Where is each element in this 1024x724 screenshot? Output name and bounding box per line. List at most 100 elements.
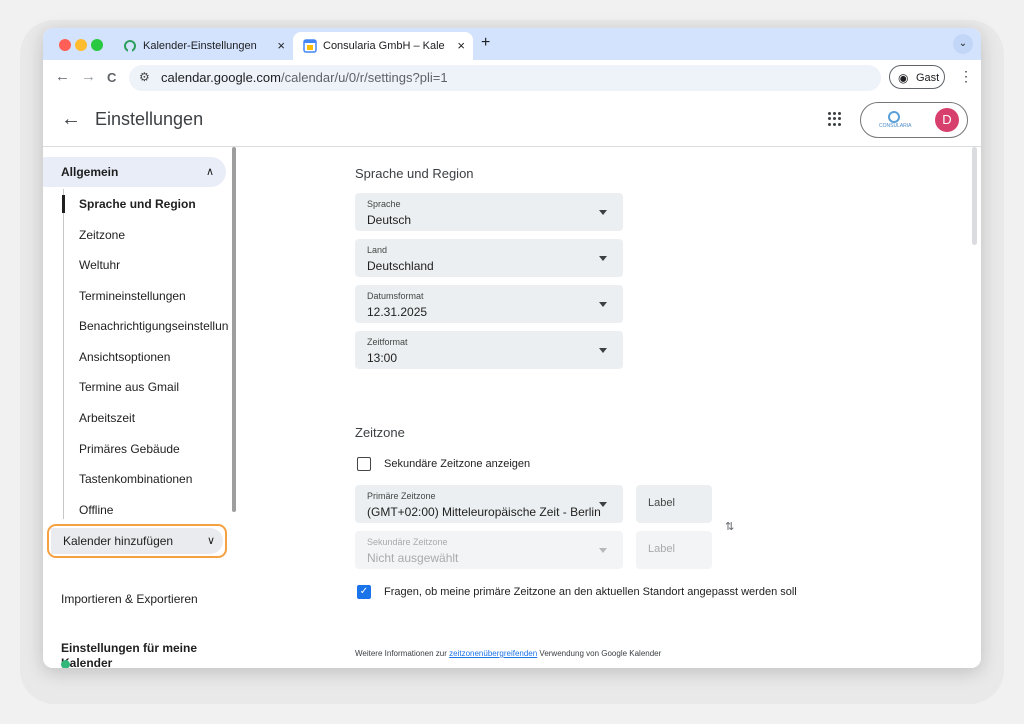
page-title: Einstellungen xyxy=(95,109,204,129)
browser-window: Kalender-Einstellungen × Consularia GmbH… xyxy=(43,28,981,668)
sidebar-item-arbeitszeit[interactable]: Arbeitszeit xyxy=(79,411,229,425)
forward-arrow-icon[interactable]: → xyxy=(81,68,96,85)
address-bar[interactable]: ⚙ calendar.google.com/calendar/u/0/r/set… xyxy=(129,65,881,91)
field-label: Sprache xyxy=(367,199,401,209)
settings-sidebar: Allgemein ∧ Sprache und Region Zeitzone … xyxy=(43,147,239,668)
profile-icon: ◉ xyxy=(898,71,909,85)
sidebar-item-termine-aus-gmail[interactable]: Termine aus Gmail xyxy=(79,380,229,394)
sidebar-item-highlight: Kalender hinzufügen ∨ xyxy=(51,528,223,554)
field-label: Sekundäre Zeitzone xyxy=(367,537,448,547)
sidebar-item-tastenkombinationen[interactable]: Tastenkombinationen xyxy=(79,472,229,486)
dropdown-arrow-icon xyxy=(599,210,607,215)
profile-button[interactable]: ◉ Gast xyxy=(889,65,945,89)
sidebar-group-label: Allgemein xyxy=(61,165,119,179)
timezone-info-text: Weitere Informationen zur zeitzonenüberg… xyxy=(355,649,661,658)
country-select[interactable]: Land Deutschland xyxy=(355,239,623,277)
language-select[interactable]: Sprache Deutsch xyxy=(355,193,623,231)
url-path: /calendar/u/0/r/settings?pli=1 xyxy=(280,70,448,85)
calendar-color-dot-icon xyxy=(61,660,70,668)
info-suffix: Verwendung von Google Kalender xyxy=(537,649,662,658)
url-text: calendar.google.com/calendar/u/0/r/setti… xyxy=(161,65,448,91)
tab-consularia-kalender[interactable]: Consularia GmbH – Kalender × xyxy=(293,32,473,60)
sidebar-item-offline[interactable]: Offline xyxy=(79,503,229,517)
sidebar-scrollbar[interactable] xyxy=(232,147,236,512)
url-host: calendar.google.com xyxy=(161,70,281,85)
sidebar-item-label: Kalender hinzufügen xyxy=(63,534,174,548)
chevron-down-icon: ∨ xyxy=(206,535,215,547)
field-value: 12.31.2025 xyxy=(367,305,428,319)
new-tab-button[interactable]: + xyxy=(481,34,490,52)
sidebar-item-benachrichtigungen[interactable]: Benachrichtigungseinstellungen xyxy=(79,319,229,333)
secondary-timezone-select[interactable]: Sekundäre Zeitzone Nicht ausgewählt xyxy=(355,531,623,569)
tab-label: Kalender-Einstellungen xyxy=(143,40,257,52)
back-arrow-icon[interactable]: ← xyxy=(55,68,70,85)
field-value: 13:00 xyxy=(367,351,398,365)
sidebar-item-termineinstellungen[interactable]: Termineinstellungen xyxy=(79,289,229,303)
account-switcher[interactable]: CONSULARIA D xyxy=(860,102,968,138)
maximize-window-button[interactable] xyxy=(91,39,103,51)
sidebar-item-ansichtsoptionen[interactable]: Ansichtsoptionen xyxy=(79,350,229,364)
browser-menu-icon[interactable]: ⋮ xyxy=(959,68,973,85)
field-label: Zeitformat xyxy=(367,337,408,347)
swap-timezones-icon[interactable]: ⇅ xyxy=(725,520,734,533)
sidebar-group-allgemein[interactable]: Allgemein ∧ xyxy=(43,157,226,187)
sidebar-item-weltuhr[interactable]: Weltuhr xyxy=(79,258,229,272)
google-apps-icon[interactable] xyxy=(828,112,842,126)
input-placeholder: Label xyxy=(648,497,675,509)
sidebar-item-primaeres-gebaeude[interactable]: Primäres Gebäude xyxy=(79,442,229,456)
active-indicator xyxy=(62,195,65,213)
close-window-button[interactable] xyxy=(59,39,71,51)
site-settings-icon[interactable]: ⚙ xyxy=(139,70,150,84)
dropdown-arrow-icon xyxy=(599,548,607,553)
section-title-sprache-region: Sprache und Region xyxy=(355,166,474,181)
sidebar-tree-line xyxy=(63,189,64,519)
avatar: D xyxy=(935,108,959,132)
date-format-select[interactable]: Datumsformat 12.31.2025 xyxy=(355,285,623,323)
secondary-timezone-label-input[interactable]: Label xyxy=(636,531,712,569)
section-title-zeitzone: Zeitzone xyxy=(355,425,405,440)
sidebar-heading-my-calendars: Einstellungen für meine Kalender xyxy=(61,641,198,668)
reload-icon[interactable]: C xyxy=(107,70,116,85)
google-calendar-favicon-icon xyxy=(303,39,317,53)
field-value: Deutschland xyxy=(367,259,434,273)
field-label: Datumsformat xyxy=(367,291,424,301)
input-placeholder: Label xyxy=(648,543,675,555)
timezone-help-link[interactable]: zeitzonenübergreifenden xyxy=(449,649,537,658)
field-value: (GMT+02:00) Mitteleuropäische Zeit - Ber… xyxy=(367,505,601,519)
profile-label: Gast xyxy=(916,72,940,84)
dropdown-arrow-icon xyxy=(599,348,607,353)
content-scrollbar[interactable] xyxy=(972,147,977,245)
sidebar-item-sprache-und-region[interactable]: Sprache und Region xyxy=(79,197,229,211)
settings-content: Sprache und Region Sprache Deutsch Land … xyxy=(239,147,981,668)
consularia-favicon-icon xyxy=(124,40,136,53)
secondary-timezone-checkbox-label: Sekundäre Zeitzone anzeigen xyxy=(384,458,531,470)
ask-update-timezone-checkbox[interactable]: ✓ xyxy=(357,585,371,599)
info-prefix: Weitere Informationen zur xyxy=(355,649,450,658)
back-arrow-icon[interactable]: ← xyxy=(61,108,81,131)
toolbar: ← → C ⚙ calendar.google.com/calendar/u/0… xyxy=(43,60,981,97)
field-label: Land xyxy=(367,245,388,255)
sidebar-item-kalender-hinzufuegen[interactable]: Kalender hinzufügen ∨ xyxy=(47,524,227,558)
minimize-window-button[interactable] xyxy=(75,39,87,51)
dropdown-arrow-icon xyxy=(599,502,607,507)
tab-label: Consularia GmbH – Kalender xyxy=(323,40,445,52)
tab-strip: Kalender-Einstellungen × Consularia GmbH… xyxy=(43,28,981,60)
tab-close-icon[interactable]: × xyxy=(457,32,465,60)
ask-update-timezone-label: Fragen, ob meine primäre Zeitzone an den… xyxy=(384,586,797,598)
tab-search-icon[interactable]: ⌄ xyxy=(953,34,973,54)
field-label: Primäre Zeitzone xyxy=(367,491,436,501)
dropdown-arrow-icon xyxy=(599,256,607,261)
chevron-up-icon: ∧ xyxy=(205,166,214,178)
logo-text: CONSULARIA xyxy=(879,123,912,129)
dropdown-arrow-icon xyxy=(599,302,607,307)
sidebar-item-zeitzone[interactable]: Zeitzone xyxy=(79,228,229,242)
field-value: Deutsch xyxy=(367,213,412,227)
primary-timezone-select[interactable]: Primäre Zeitzone (GMT+02:00) Mitteleurop… xyxy=(355,485,623,523)
primary-timezone-label-input[interactable]: Label xyxy=(636,485,712,523)
settings-header: ← Einstellungen CONSULARIA D xyxy=(43,96,981,147)
tab-close-icon[interactable]: × xyxy=(277,32,285,60)
tab-kalender-einstellungen[interactable]: Kalender-Einstellungen × xyxy=(113,32,293,60)
secondary-timezone-checkbox[interactable] xyxy=(357,457,371,471)
time-format-select[interactable]: Zeitformat 13:00 xyxy=(355,331,623,369)
sidebar-item-importieren-exportieren[interactable]: Importieren & Exportieren xyxy=(61,592,198,606)
